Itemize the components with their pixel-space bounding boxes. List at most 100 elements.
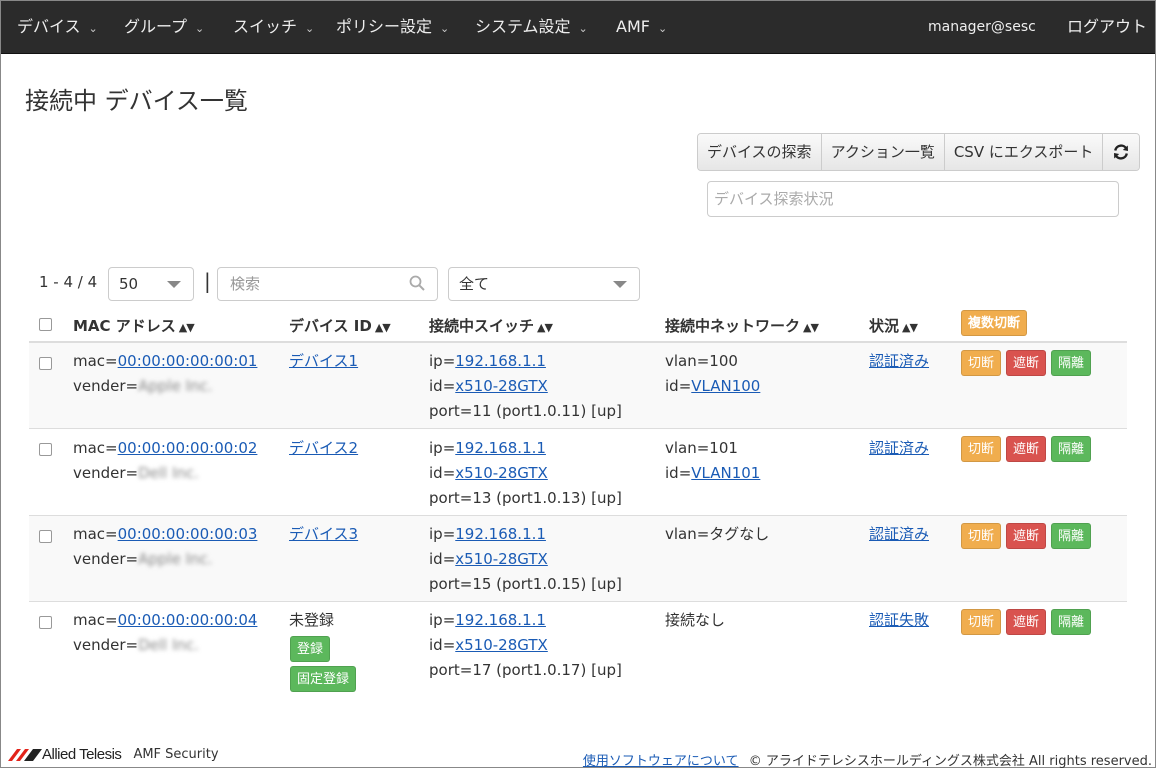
page-size-select[interactable]: 50 xyxy=(108,267,194,301)
disconnect-button[interactable]: 切断 xyxy=(961,523,1002,549)
search-input[interactable] xyxy=(217,267,438,301)
copyright-text: © アライドテレシスホールディングス株式会社 All rights reserv… xyxy=(748,754,1152,768)
mac-address-link[interactable]: 00:00:00:00:00:01 xyxy=(118,352,258,370)
switch-id-link[interactable]: x510-28GTX xyxy=(455,636,548,654)
header-label: MAC アドレス xyxy=(73,317,176,335)
switch-port: port=15 (port1.0.15) [up] xyxy=(429,575,622,593)
status-link[interactable]: 認証済み xyxy=(869,525,929,543)
network-vlan: vlan=100 xyxy=(665,352,738,370)
mac-address-link[interactable]: 00:00:00:00:00:03 xyxy=(118,525,258,543)
column-header-status[interactable]: 状況 ▲▼ xyxy=(869,315,918,336)
table-row: mac=00:00:00:00:00:04 vender=Dell Inc. 未… xyxy=(29,602,1127,692)
column-header-network[interactable]: 接続中ネットワーク ▲▼ xyxy=(665,315,819,336)
switch-ip-link[interactable]: 192.168.1.1 xyxy=(455,611,546,629)
isolate-button[interactable]: 隔離 xyxy=(1051,350,1092,376)
status-link[interactable]: 認証済み xyxy=(869,439,929,457)
vendor-name: Apple Inc. xyxy=(138,377,213,395)
id-prefix: id= xyxy=(429,377,456,395)
bulk-disconnect-button[interactable]: 複数切断 xyxy=(961,310,1028,336)
product-name: AMF Security xyxy=(133,747,219,762)
vendor-name: Dell Inc. xyxy=(138,636,199,654)
network-id-link[interactable]: VLAN100 xyxy=(691,377,760,395)
block-button[interactable]: 遮断 xyxy=(1006,350,1047,376)
switch-port: port=11 (port1.0.11) [up] xyxy=(429,402,622,420)
disconnect-button[interactable]: 切断 xyxy=(961,350,1002,376)
mac-prefix: mac= xyxy=(73,439,118,457)
nav-label: AMF xyxy=(616,17,650,36)
vendor-prefix: vender= xyxy=(73,550,139,568)
status-link[interactable]: 認証失敗 xyxy=(869,611,929,629)
device-scan-status-field[interactable] xyxy=(707,181,1119,217)
register-button[interactable]: 登録 xyxy=(290,636,331,662)
row-checkbox[interactable] xyxy=(39,530,52,543)
nav-label: デバイス xyxy=(17,17,81,36)
block-button[interactable]: 遮断 xyxy=(1006,609,1047,635)
navbar: デバイス ⌄ グループ ⌄ スイッチ ⌄ ポリシー設定 ⌄ システム設定 ⌄ AMF ⌄ m… xyxy=(1,1,1155,54)
explore-devices-button[interactable]: デバイスの探索 xyxy=(698,134,822,170)
allied-telesis-logo-icon xyxy=(8,748,42,761)
nav-user[interactable]: manager@sesc xyxy=(928,1,1036,53)
device-id-link[interactable]: デバイス2 xyxy=(289,439,358,457)
isolate-button[interactable]: 隔離 xyxy=(1051,436,1092,462)
dropdown-arrow-icon xyxy=(167,281,181,288)
row-checkbox[interactable] xyxy=(39,616,52,629)
software-info-link[interactable]: 使用ソフトウェアについて xyxy=(583,754,739,768)
csv-export-button[interactable]: CSV にエクスポート xyxy=(944,134,1104,170)
network-vlan: vlan=タグなし xyxy=(665,525,770,543)
switch-ip-link[interactable]: 192.168.1.1 xyxy=(455,525,546,543)
status-filter-select[interactable]: 全て xyxy=(448,267,640,301)
chevron-down-icon: ⌄ xyxy=(305,22,315,35)
switch-ip-link[interactable]: 192.168.1.1 xyxy=(455,439,546,457)
device-id-link[interactable]: デバイス3 xyxy=(289,525,358,543)
mac-address-link[interactable]: 00:00:00:00:00:02 xyxy=(118,439,258,457)
isolate-button[interactable]: 隔離 xyxy=(1051,523,1092,549)
block-button[interactable]: 遮断 xyxy=(1006,523,1047,549)
header-label: 接続中ネットワーク xyxy=(665,317,801,335)
vendor-prefix: vender= xyxy=(73,636,139,654)
table-row: mac=00:00:00:00:00:03 vender=Apple Inc. … xyxy=(29,516,1127,602)
nav-system-settings[interactable]: システム設定 ⌄ xyxy=(475,1,588,53)
device-id-link[interactable]: デバイス1 xyxy=(289,352,358,370)
mac-address-link[interactable]: 00:00:00:00:00:04 xyxy=(118,611,258,629)
network-vlan: vlan=101 xyxy=(665,439,738,457)
nav-switches[interactable]: スイッチ ⌄ xyxy=(233,1,314,53)
nav-label: スイッチ xyxy=(233,17,298,36)
column-header-device-id[interactable]: デバイス ID ▲▼ xyxy=(289,315,391,336)
switch-ip-link[interactable]: 192.168.1.1 xyxy=(455,352,546,370)
action-list-button[interactable]: アクション一覧 xyxy=(821,134,945,170)
mac-prefix: mac= xyxy=(73,525,118,543)
row-checkbox[interactable] xyxy=(39,357,52,370)
disconnect-button[interactable]: 切断 xyxy=(961,609,1002,635)
brand-name: Allied Telesis xyxy=(42,746,122,763)
switch-id-link[interactable]: x510-28GTX xyxy=(455,550,548,568)
select-all-checkbox[interactable] xyxy=(39,318,52,331)
switch-id-link[interactable]: x510-28GTX xyxy=(455,377,548,395)
vendor-name: Dell Inc. xyxy=(138,464,199,482)
nav-amf[interactable]: AMF ⌄ xyxy=(616,1,667,53)
vendor-prefix: vender= xyxy=(73,377,139,395)
nav-policy-settings[interactable]: ポリシー設定 ⌄ xyxy=(336,1,449,53)
block-button[interactable]: 遮断 xyxy=(1006,436,1047,462)
isolate-button[interactable]: 隔離 xyxy=(1051,609,1092,635)
nav-groups[interactable]: グループ ⌄ xyxy=(124,1,204,53)
switch-id-link[interactable]: x510-28GTX xyxy=(455,464,548,482)
header-label: 接続中スイッチ xyxy=(429,317,535,335)
logout-link[interactable]: ログアウト xyxy=(1067,1,1147,53)
header-label: 状況 xyxy=(869,317,900,335)
fixed-register-button[interactable]: 固定登録 xyxy=(290,666,357,692)
refresh-button[interactable] xyxy=(1103,134,1140,170)
row-checkbox[interactable] xyxy=(39,443,52,456)
column-header-switch[interactable]: 接続中スイッチ ▲▼ xyxy=(429,315,553,336)
nav-label: ポリシー設定 xyxy=(336,17,433,36)
status-link[interactable]: 認証済み xyxy=(869,352,929,370)
vendor-name: Apple Inc. xyxy=(138,550,213,568)
column-header-mac[interactable]: MAC アドレス ▲▼ xyxy=(73,315,195,336)
network-status: 接続なし xyxy=(665,611,726,629)
disconnect-button[interactable]: 切断 xyxy=(961,436,1002,462)
record-count: 1 - 4 / 4 xyxy=(39,273,98,291)
toolbar-button-group: デバイスの探索 アクション一覧 CSV にエクスポート xyxy=(697,133,1141,171)
network-id-link[interactable]: VLAN101 xyxy=(691,464,760,482)
vendor-prefix: vender= xyxy=(73,464,139,482)
nav-devices[interactable]: デバイス ⌄ xyxy=(17,1,98,53)
id-prefix: id= xyxy=(429,464,456,482)
